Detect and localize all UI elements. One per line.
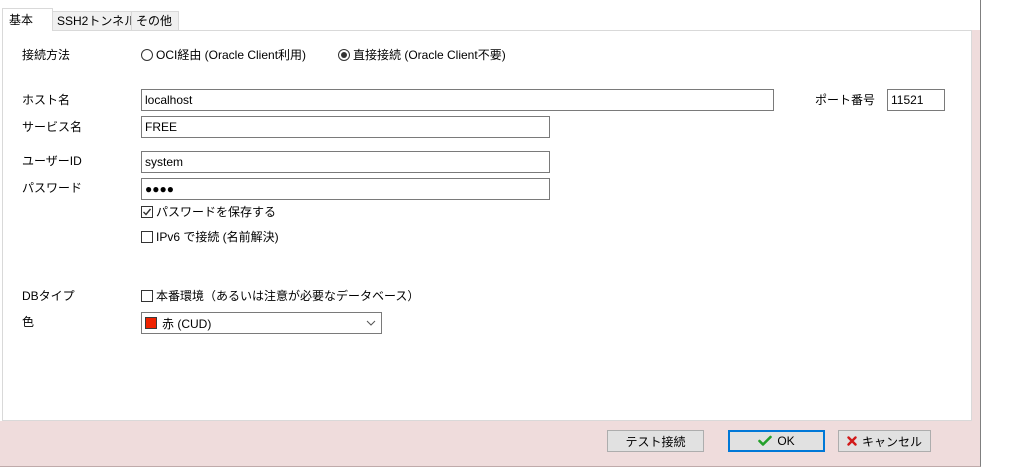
save-password-checkbox-box[interactable] xyxy=(141,206,153,218)
radio-direct[interactable]: 直接接続 (Oracle Client不要) xyxy=(338,48,506,62)
connection-method-label: 接続方法 xyxy=(22,48,71,62)
radio-direct-indicator[interactable] xyxy=(338,49,350,61)
tab-panel-basic: 接続方法 OCI経由 (Oracle Client利用) 直接接続 (Oracl… xyxy=(2,30,972,421)
radio-oci-label: OCI経由 (Oracle Client利用) xyxy=(156,48,307,62)
cancel-label: キャンセル xyxy=(861,434,922,449)
db-type-label: DBタイプ xyxy=(22,289,75,303)
color-select-value: 赤 (CUD) xyxy=(162,316,212,331)
ok-label: OK xyxy=(777,434,795,448)
service-input[interactable] xyxy=(141,116,550,138)
user-label: ユーザーID xyxy=(22,154,82,168)
host-label: ホスト名 xyxy=(22,93,71,107)
ipv6-label: IPv6 で接続 (名前解決) xyxy=(156,230,279,244)
tab-basic[interactable]: 基本 xyxy=(2,8,53,31)
tab-other[interactable]: その他 xyxy=(131,11,179,31)
port-label: ポート番号 xyxy=(815,93,876,107)
connection-dialog: 基本 SSH2トンネル その他 接続方法 OCI経由 (Oracle Clien… xyxy=(0,0,981,467)
button-bar: テスト接続 OK キャンセル xyxy=(0,421,980,466)
host-input[interactable] xyxy=(141,89,774,111)
dialog-side-background xyxy=(972,30,980,421)
close-icon-path xyxy=(847,436,857,446)
tab-ssh2-tunnel[interactable]: SSH2トンネル xyxy=(52,11,132,31)
test-connection-button[interactable]: テスト接続 xyxy=(607,430,704,452)
production-checkbox-box[interactable] xyxy=(141,290,153,302)
tab-strip: 基本 SSH2トンネル その他 xyxy=(0,0,980,31)
check-icon-path xyxy=(758,435,773,446)
test-connection-label: テスト接続 xyxy=(625,434,686,449)
service-label: サービス名 xyxy=(22,120,83,134)
port-input[interactable] xyxy=(887,89,945,111)
password-input[interactable] xyxy=(141,178,550,200)
password-label: パスワード xyxy=(22,181,83,195)
ok-button[interactable]: OK xyxy=(728,430,825,452)
radio-oci-indicator[interactable] xyxy=(141,49,153,61)
production-checkbox[interactable]: 本番環境（あるいは注意が必要なデータベース） xyxy=(141,289,419,303)
ipv6-checkbox[interactable]: IPv6 で接続 (名前解決) xyxy=(141,230,279,244)
checkmark-icon xyxy=(143,208,152,216)
color-swatch xyxy=(145,317,157,329)
save-password-checkbox[interactable]: パスワードを保存する xyxy=(141,205,276,219)
cancel-button[interactable]: キャンセル xyxy=(838,430,931,452)
radio-oci[interactable]: OCI経由 (Oracle Client利用) xyxy=(141,48,306,62)
chevron-down-icon[interactable] xyxy=(366,320,376,326)
ipv6-checkbox-box[interactable] xyxy=(141,231,153,243)
color-select[interactable]: 赤 (CUD) xyxy=(141,312,382,334)
save-password-label: パスワードを保存する xyxy=(156,205,277,219)
close-icon xyxy=(847,436,857,446)
user-input[interactable] xyxy=(141,151,550,173)
color-label: 色 xyxy=(22,315,35,329)
radio-direct-label: 直接接続 (Oracle Client不要) xyxy=(353,48,506,62)
production-label: 本番環境（あるいは注意が必要なデータベース） xyxy=(156,289,420,303)
check-icon xyxy=(758,435,773,447)
